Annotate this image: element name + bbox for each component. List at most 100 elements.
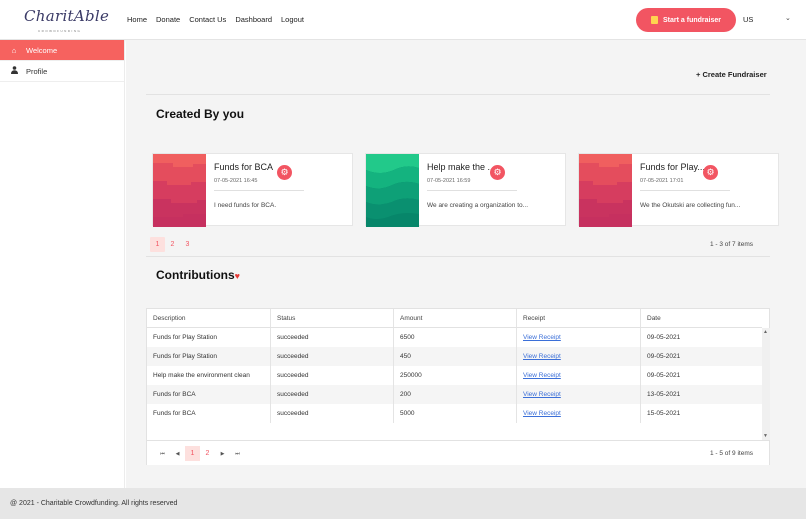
cell-status: succeeded: [271, 347, 394, 366]
contributions-table: Description Status Amount Receipt Date F…: [146, 308, 770, 465]
page-button-3[interactable]: 3: [180, 237, 195, 252]
scroll-down-icon[interactable]: ▼: [763, 433, 768, 439]
main-nav: Home Donate Contact Us Dashboard Logout: [127, 15, 304, 24]
cell-receipt: View Receipt: [517, 328, 641, 347]
heart-icon: ♥: [234, 271, 240, 281]
table-range-text: 1 - 5 of 9 items: [710, 450, 753, 457]
cards-range-text: 1 - 3 of 7 items: [710, 241, 753, 248]
locale-selector[interactable]: US: [743, 15, 753, 24]
table-row: Funds for Play Station succeeded 450 Vie…: [147, 347, 762, 366]
table-row: Funds for Play Station succeeded 6500 Vi…: [147, 328, 762, 347]
table-body: Funds for Play Station succeeded 6500 Vi…: [147, 328, 762, 423]
cell-description: Funds for BCA: [147, 404, 271, 423]
user-icon: [9, 66, 19, 76]
created-by-you-title: Created By you: [156, 107, 245, 121]
cell-description: Funds for BCA: [147, 385, 271, 404]
divider: [640, 190, 730, 191]
last-page-icon[interactable]: ⏭: [230, 446, 245, 461]
view-receipt-link[interactable]: View Receipt: [523, 410, 561, 417]
create-fundraiser-link[interactable]: + Create Fundraiser: [696, 70, 767, 79]
table-scrollbar[interactable]: ▲ ▼: [762, 328, 770, 440]
page-button-2[interactable]: 2: [165, 237, 180, 252]
cell-description: Help make the environment clean: [147, 366, 271, 385]
table-pagination: ⏮ ◀ 1 2 ▶ ⏭: [155, 446, 245, 461]
cell-amount: 250000: [394, 366, 517, 385]
gift-icon: [651, 16, 659, 24]
cell-date: 09-05-2021: [647, 334, 681, 341]
cell-status: succeeded: [271, 385, 394, 404]
page-button-1[interactable]: 1: [185, 446, 200, 461]
first-page-icon[interactable]: ⏮: [155, 446, 170, 461]
card-title: Help make the ...: [427, 162, 496, 172]
gear-icon[interactable]: ⚙: [490, 165, 505, 180]
cell-receipt: View Receipt: [517, 385, 641, 404]
cell-description: Funds for Play Station: [147, 347, 271, 366]
cell-receipt: View Receipt: [517, 404, 641, 423]
view-receipt-link[interactable]: View Receipt: [523, 391, 561, 398]
card-title: Funds for Play...: [640, 162, 705, 172]
fundraiser-card[interactable]: Help make the ... 07-05-2021 16:59 We ar…: [365, 153, 566, 227]
sidebar: ⌂ Welcome Profile: [0, 40, 125, 488]
nav-contact-link[interactable]: Contact Us: [189, 15, 226, 24]
gear-icon[interactable]: ⚙: [703, 165, 718, 180]
nav-home-link[interactable]: Home: [127, 15, 147, 24]
page-footer: @ 2021 - Charitable Crowdfunding. All ri…: [0, 488, 806, 519]
nav-donate-link[interactable]: Donate: [156, 15, 180, 24]
table-row: Help make the environment clean succeede…: [147, 366, 762, 385]
brand-logo[interactable]: CharitAble CROWDFUNDING: [22, 6, 109, 34]
sidebar-item-label: Profile: [26, 66, 48, 76]
page-button-1[interactable]: 1: [150, 237, 165, 252]
top-header: CharitAble CROWDFUNDING Home Donate Cont…: [0, 0, 806, 40]
view-receipt-link[interactable]: View Receipt: [523, 334, 561, 341]
cell-date: 15-05-2021: [647, 410, 681, 417]
cell-date: 09-05-2021: [647, 372, 681, 379]
view-receipt-link[interactable]: View Receipt: [523, 353, 561, 360]
cell-receipt: View Receipt: [517, 347, 641, 366]
copyright-text: @ 2021 - Charitable Crowdfunding. All ri…: [10, 500, 178, 507]
cell-receipt: View Receipt: [517, 366, 641, 385]
nav-dashboard-link[interactable]: Dashboard: [235, 15, 272, 24]
view-receipt-link[interactable]: View Receipt: [523, 372, 561, 379]
cell-date: 13-05-2021: [647, 391, 681, 398]
column-header-status[interactable]: Status: [271, 309, 394, 327]
table-row: Funds for BCA succeeded 5000 View Receip…: [147, 404, 762, 423]
next-page-icon[interactable]: ▶: [215, 446, 230, 461]
card-description: I need funds for BCA.: [214, 202, 277, 209]
cell-amount: 6500: [394, 328, 517, 347]
divider: [146, 256, 770, 257]
column-header-description[interactable]: Description: [147, 309, 271, 327]
chevron-down-icon[interactable]: ⌄: [785, 14, 791, 22]
cards-pagination: 1 2 3: [150, 237, 195, 252]
cell-description: Funds for Play Station: [147, 328, 271, 347]
start-fundraiser-button[interactable]: Start a fundraiser: [636, 8, 736, 32]
card-description: We the Okutski are collecting fun...: [640, 202, 741, 209]
column-header-receipt[interactable]: Receipt: [517, 309, 641, 327]
home-icon: ⌂: [11, 45, 17, 55]
start-fundraiser-label: Start a fundraiser: [663, 16, 721, 24]
card-thumbnail: [366, 154, 419, 227]
contributions-title-text: Contributions: [156, 268, 235, 282]
logo-text: CharitAble: [24, 7, 110, 25]
nav-logout-link[interactable]: Logout: [281, 15, 304, 24]
table-row: Funds for BCA succeeded 200 View Receipt…: [147, 385, 762, 404]
sidebar-item-welcome[interactable]: ⌂ Welcome: [0, 40, 124, 61]
prev-page-icon[interactable]: ◀: [170, 446, 185, 461]
contributions-title: Contributions♥: [156, 268, 240, 282]
cell-date: 09-05-2021: [647, 353, 681, 360]
card-date: 07-05-2021 16:59: [427, 178, 471, 184]
fundraiser-card[interactable]: Funds for Play... 07-05-2021 17:01 We th…: [578, 153, 779, 227]
page-button-2[interactable]: 2: [200, 446, 215, 461]
scroll-up-icon[interactable]: ▲: [763, 329, 768, 335]
table-footer: ⏮ ◀ 1 2 ▶ ⏭ 1 - 5 of 9 items: [147, 440, 769, 465]
divider: [427, 190, 517, 191]
card-date: 07-05-2021 16:45: [214, 178, 258, 184]
cell-status: succeeded: [271, 366, 394, 385]
fundraiser-card[interactable]: Funds for BCA 07-05-2021 16:45 I need fu…: [152, 153, 353, 227]
logo-subtitle: CROWDFUNDING: [38, 29, 82, 33]
column-header-amount[interactable]: Amount: [394, 309, 517, 327]
cell-amount: 200: [394, 385, 517, 404]
cell-amount: 5000: [394, 404, 517, 423]
gear-icon[interactable]: ⚙: [277, 165, 292, 180]
column-header-date[interactable]: Date: [641, 309, 762, 327]
sidebar-item-profile[interactable]: Profile: [0, 61, 124, 82]
